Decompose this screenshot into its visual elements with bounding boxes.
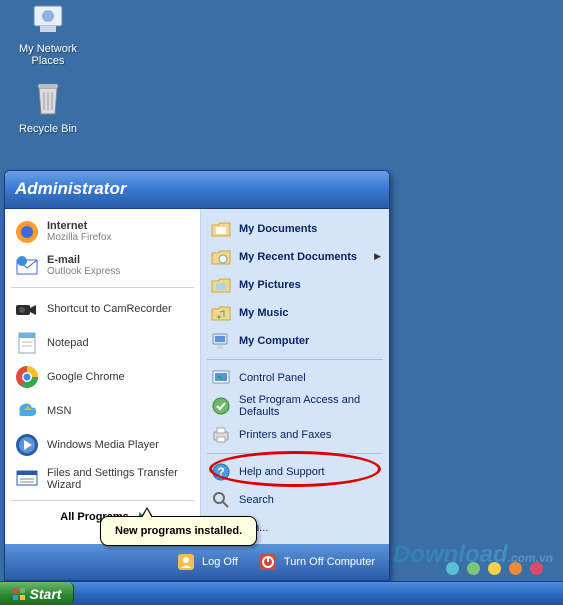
printers-faxes-item[interactable]: Printers and Faxes [205,421,385,449]
chrome-item[interactable]: Google Chrome [9,360,196,394]
control-panel-item[interactable]: Control Panel [205,364,385,392]
turnoff-button[interactable]: Turn Off Computer [258,552,375,572]
desktop-icon-my-network-places[interactable]: My Network Places [8,0,88,67]
my-pictures-item[interactable]: My Pictures [205,271,385,299]
control-panel-icon [209,366,233,390]
svg-text:?: ? [217,465,224,479]
program-access-item[interactable]: Set Program Access and Defaults [205,392,385,421]
windows-logo-icon [12,587,26,601]
desktop-icon-label: My Network Places [8,43,88,67]
printer-icon [209,423,233,447]
recycle-bin-icon [8,78,88,121]
my-computer-item[interactable]: My Computer [205,327,385,355]
desktop-icon-recycle-bin[interactable]: Recycle Bin [8,78,88,135]
new-programs-tooltip: New programs installed. [100,516,257,546]
help-support-item[interactable]: ? Help and Support [205,458,385,486]
camrecorder-item[interactable]: Shortcut to CamRecorder [9,292,196,326]
msn-item[interactable]: MSN [9,394,196,428]
firefox-icon [13,218,41,246]
computer-icon [209,329,233,353]
email-item[interactable]: E-mailOutlook Express [9,249,196,283]
internet-item[interactable]: InternetMozilla Firefox [9,215,196,249]
power-icon [258,552,278,572]
start-menu-footer: Log Off Turn Off Computer [5,544,389,580]
taskbar: Start [0,581,563,605]
separator [11,287,194,288]
program-access-icon [209,394,233,418]
msn-icon [13,397,41,425]
username-label: Administrator [15,179,126,199]
separator [207,359,383,360]
media-player-icon [13,431,41,459]
submenu-arrow-icon: ▶ [374,251,381,262]
fstw-item[interactable]: Files and Settings Transfer Wizard [9,462,196,496]
folder-recent-icon [209,245,233,269]
my-recent-docs-item[interactable]: My Recent Documents ▶ [205,243,385,271]
start-button[interactable]: Start [0,582,74,605]
transfer-wizard-icon [13,465,41,493]
logoff-button[interactable]: Log Off [176,552,238,572]
wmp-item[interactable]: Windows Media Player [9,428,196,462]
separator [207,453,383,454]
start-menu-header: Administrator [5,171,389,209]
notepad-icon [13,329,41,357]
start-menu-right-pane: My Documents My Recent Documents ▶ My Pi… [200,209,389,544]
desktop-icon-label: Recycle Bin [8,123,88,135]
camrecorder-icon [13,295,41,323]
chrome-icon [13,363,41,391]
folder-pictures-icon [209,273,233,297]
help-icon: ? [209,460,233,484]
notepad-item[interactable]: Notepad [9,326,196,360]
start-menu: Administrator InternetMozilla Firefox E-… [4,170,390,581]
search-item[interactable]: Search [205,486,385,514]
folder-music-icon [209,301,233,325]
my-music-item[interactable]: My Music [205,299,385,327]
separator [11,500,194,501]
network-places-icon [8,0,88,41]
logoff-icon [176,552,196,572]
folder-documents-icon [209,217,233,241]
start-menu-left-pane: InternetMozilla Firefox E-mailOutlook Ex… [5,209,200,544]
search-icon [209,488,233,512]
my-documents-item[interactable]: My Documents [205,215,385,243]
outlook-express-icon [13,252,41,280]
